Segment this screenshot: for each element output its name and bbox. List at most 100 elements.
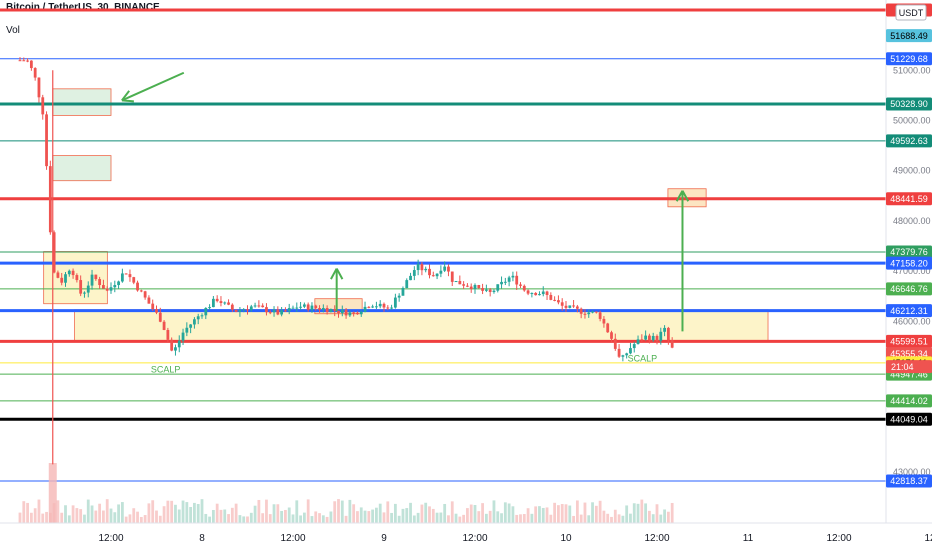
highlight-zone[interactable] bbox=[52, 88, 112, 116]
candle-body[interactable] bbox=[670, 340, 674, 348]
candle-body[interactable] bbox=[526, 290, 530, 294]
candle-body[interactable] bbox=[583, 313, 587, 315]
candle-body[interactable] bbox=[113, 285, 117, 288]
candle-body[interactable] bbox=[45, 114, 48, 167]
candle-body[interactable] bbox=[492, 290, 496, 293]
candle-body[interactable] bbox=[321, 308, 325, 310]
candle-body[interactable] bbox=[306, 304, 310, 310]
candle-body[interactable] bbox=[481, 288, 484, 291]
candle-body[interactable] bbox=[227, 302, 230, 305]
candle-body[interactable] bbox=[375, 306, 378, 308]
candle-body[interactable] bbox=[102, 285, 105, 289]
price-chart[interactable]: SCALP SCALP 51000.00 50000.00 49000.00 48000… bbox=[0, 0, 932, 550]
candle-body[interactable] bbox=[420, 264, 424, 271]
candle-body[interactable] bbox=[223, 302, 227, 304]
candle-body[interactable] bbox=[522, 285, 526, 291]
candle-body[interactable] bbox=[211, 298, 215, 308]
candle-body[interactable] bbox=[170, 339, 174, 351]
candle-body[interactable] bbox=[276, 309, 280, 315]
candle-body[interactable] bbox=[238, 310, 242, 312]
candle-body[interactable] bbox=[663, 327, 666, 332]
candle-body[interactable] bbox=[185, 327, 189, 333]
candle-body[interactable] bbox=[401, 288, 405, 296]
candle-body[interactable] bbox=[83, 292, 86, 294]
candle-body[interactable] bbox=[90, 274, 94, 286]
candle-body[interactable] bbox=[344, 309, 348, 316]
candle-body[interactable] bbox=[26, 60, 29, 62]
candle-body[interactable] bbox=[397, 295, 401, 298]
candle-body[interactable] bbox=[557, 300, 560, 303]
candle-body[interactable] bbox=[636, 339, 640, 345]
candle-body[interactable] bbox=[644, 335, 648, 340]
candle-body[interactable] bbox=[234, 309, 238, 312]
candle-body[interactable] bbox=[393, 297, 397, 308]
candle-body[interactable] bbox=[363, 306, 367, 312]
candle-body[interactable] bbox=[568, 305, 572, 308]
candle-body[interactable] bbox=[37, 77, 41, 98]
candle-body[interactable] bbox=[295, 307, 299, 309]
candle-body[interactable] bbox=[329, 308, 333, 313]
candle-body[interactable] bbox=[48, 166, 52, 233]
candle-body[interactable] bbox=[655, 335, 659, 341]
candle-body[interactable] bbox=[564, 305, 568, 308]
candle-body[interactable] bbox=[488, 289, 492, 293]
candle-body[interactable] bbox=[651, 335, 655, 341]
candle-body[interactable] bbox=[325, 308, 329, 313]
candle-body[interactable] bbox=[196, 316, 200, 320]
candle-body[interactable] bbox=[310, 305, 314, 310]
candle-body[interactable] bbox=[299, 306, 302, 308]
candle-body[interactable] bbox=[208, 307, 211, 309]
candle-body[interactable] bbox=[435, 273, 439, 277]
candle-body[interactable] bbox=[291, 307, 295, 309]
candle-body[interactable] bbox=[280, 310, 284, 315]
candle-body[interactable] bbox=[189, 324, 193, 328]
candle-body[interactable] bbox=[340, 309, 344, 314]
candle-body[interactable] bbox=[541, 291, 545, 295]
candle-body[interactable] bbox=[371, 306, 375, 308]
candle-body[interactable] bbox=[659, 331, 663, 341]
candle-body[interactable] bbox=[151, 303, 155, 310]
candle-body[interactable] bbox=[412, 270, 416, 276]
candle-body[interactable] bbox=[272, 309, 276, 313]
candle-body[interactable] bbox=[496, 284, 500, 291]
candle-body[interactable] bbox=[56, 272, 60, 278]
candle-body[interactable] bbox=[587, 312, 591, 315]
candle-body[interactable] bbox=[447, 266, 450, 272]
candle-body[interactable] bbox=[98, 279, 102, 286]
candle-body[interactable] bbox=[469, 286, 473, 289]
candle-body[interactable] bbox=[284, 310, 287, 312]
candle-body[interactable] bbox=[515, 275, 519, 285]
candle-body[interactable] bbox=[109, 287, 113, 291]
candle-body[interactable] bbox=[503, 281, 507, 283]
candle-body[interactable] bbox=[79, 280, 83, 294]
candle-body[interactable] bbox=[666, 327, 670, 341]
candle-body[interactable] bbox=[538, 294, 541, 296]
candle-body[interactable] bbox=[230, 304, 234, 310]
candle-body[interactable] bbox=[158, 312, 162, 322]
candle-body[interactable] bbox=[511, 275, 515, 278]
candle-body[interactable] bbox=[519, 284, 522, 286]
candle-body[interactable] bbox=[18, 60, 22, 62]
candle-body[interactable] bbox=[458, 281, 462, 285]
candle-body[interactable] bbox=[500, 281, 503, 285]
candle-body[interactable] bbox=[454, 281, 458, 283]
candle-body[interactable] bbox=[598, 312, 602, 319]
candle-body[interactable] bbox=[545, 291, 549, 295]
candle-body[interactable] bbox=[33, 68, 37, 78]
candle-body[interactable] bbox=[416, 264, 420, 271]
candle-body[interactable] bbox=[120, 273, 124, 282]
candle-body[interactable] bbox=[443, 266, 447, 271]
arrow-shaft[interactable] bbox=[121, 71, 185, 102]
candle-body[interactable] bbox=[575, 306, 579, 309]
candle-body[interactable] bbox=[41, 97, 45, 115]
candle-body[interactable] bbox=[94, 274, 98, 280]
candle-body[interactable] bbox=[71, 270, 75, 276]
candle-body[interactable] bbox=[193, 319, 196, 325]
candle-body[interactable] bbox=[473, 285, 477, 289]
candle-body[interactable] bbox=[64, 274, 67, 283]
candle-body[interactable] bbox=[143, 291, 147, 298]
candle-body[interactable] bbox=[560, 302, 564, 306]
candle-body[interactable] bbox=[617, 348, 621, 357]
candle-body[interactable] bbox=[359, 311, 363, 315]
candle-body[interactable] bbox=[356, 312, 359, 315]
